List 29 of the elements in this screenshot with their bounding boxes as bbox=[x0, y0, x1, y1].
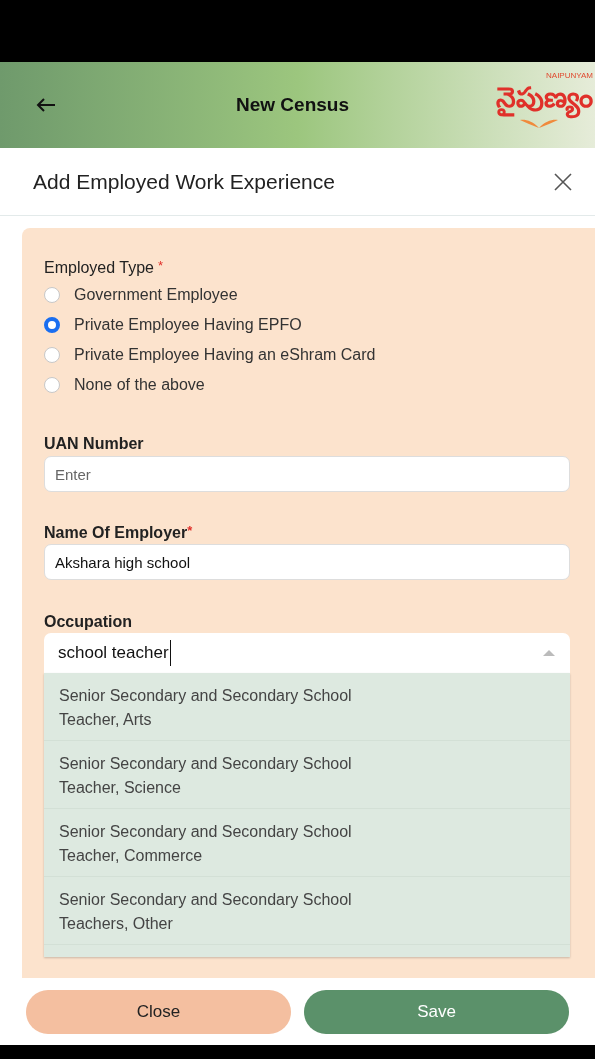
radio-button[interactable] bbox=[44, 347, 60, 363]
radio-label: Private Employee Having EPFO bbox=[74, 315, 302, 335]
field-label: Employed Type bbox=[44, 258, 154, 278]
suggestion-item[interactable]: Senior Secondary and Secondary School Teacher, Arts bbox=[44, 673, 570, 741]
suggestion-item[interactable]: Senior Secondary and Secondary School Teachers, Other bbox=[44, 877, 570, 945]
dropdown-field[interactable]: school teacher bbox=[44, 633, 570, 673]
radio-button[interactable] bbox=[44, 287, 60, 303]
radio-label: Private Employee Having an eShram Card bbox=[74, 345, 376, 365]
field-label: UAN Number bbox=[44, 434, 145, 454]
input-field[interactable]: Enter bbox=[44, 456, 570, 492]
required-mark: * bbox=[158, 257, 164, 275]
required-mark: * bbox=[187, 522, 193, 538]
radio-button[interactable] bbox=[44, 317, 60, 333]
field-label: Occupation bbox=[44, 612, 133, 632]
close-icon[interactable] bbox=[554, 172, 572, 191]
radio-label: None of the above bbox=[74, 375, 205, 395]
suggestion-item[interactable]: Senior Secondary and Secondary School Teacher, Science bbox=[44, 741, 570, 809]
back-arrow-icon[interactable] bbox=[36, 97, 56, 113]
dialog-title: Add Employed Work Experience bbox=[33, 168, 335, 195]
input-field[interactable]: Akshara high school bbox=[44, 544, 570, 580]
save-button[interactable]: Save bbox=[304, 989, 569, 1034]
field-value: school teacher bbox=[58, 640, 171, 666]
close-button[interactable]: Close bbox=[26, 989, 291, 1034]
suggestion-item[interactable]: Senior Secondary and Secondary School Teacher, Commerce bbox=[44, 809, 570, 877]
field-label: Name Of Employer bbox=[44, 523, 188, 543]
radio-button[interactable] bbox=[44, 377, 60, 393]
radio-label: Government Employee bbox=[74, 285, 238, 305]
screen-title: New Census bbox=[236, 92, 349, 117]
logo-caption: NAIPUNYAM bbox=[546, 72, 593, 80]
